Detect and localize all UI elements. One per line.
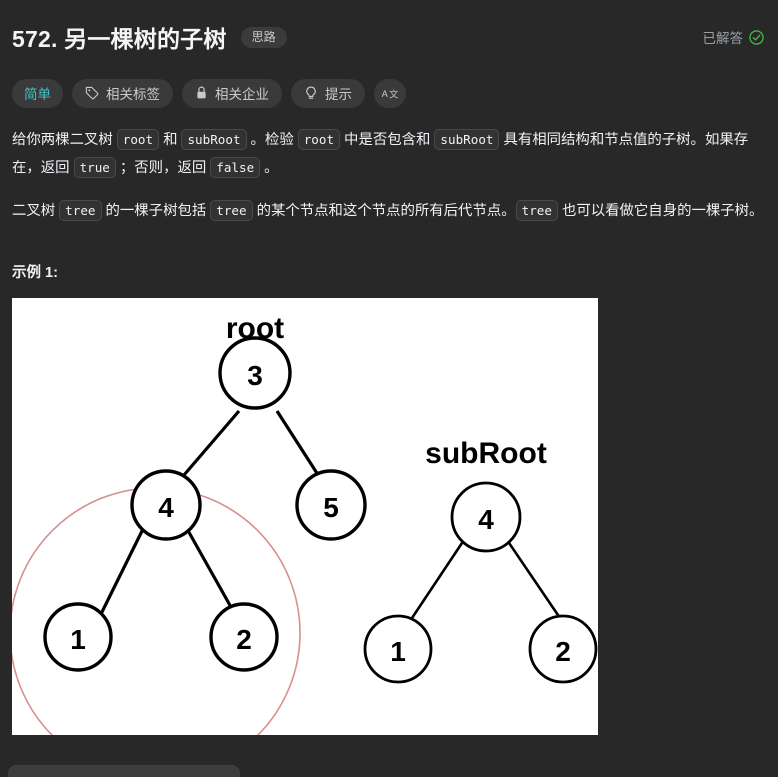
tree-node: 3 [218,336,292,410]
tree-node-value: 2 [236,624,252,655]
svg-text:文: 文 [389,88,399,100]
translate-icon: A 文 [381,86,400,101]
problem-description: 给你两棵二叉树 root 和 subRoot 。检验 root 中是否包含和 s… [12,126,766,225]
inline-code: false [210,157,261,178]
tree-node: 2 [209,602,279,672]
tree-node-value: 3 [247,360,263,391]
inline-code: true [73,157,116,178]
difficulty-chip-easy[interactable]: 简单 [12,78,63,108]
tree-node: 4 [450,481,522,553]
translate-button[interactable]: A 文 [374,78,406,108]
hints-button[interactable]: 提示 [291,78,365,108]
desc-text: ；否则，返回 [115,160,211,176]
desc-text: 的某个节点和这个节点的所有后代节点。 [252,203,516,219]
subroot-tree-nodes: 4 1 2 [363,481,598,684]
example-1-figure: root 3 4 5 1 2 subRoot 4 1 2 [12,298,598,735]
tree-node-value: 4 [158,492,174,523]
problem-meta-chips: 简单 相关标签 相关企业 提示 A 文 [12,78,766,108]
inline-code: tree [210,200,253,221]
inline-code: subRoot [434,129,500,150]
example-1-heading: 示例 1: [12,265,58,281]
tree-node: 4 [130,469,202,541]
solved-label: 已解答 [702,31,744,46]
difficulty-label: 简单 [24,87,51,102]
desc-text: 二叉树 [12,203,60,219]
check-circle-icon [749,29,764,45]
lock-icon [195,86,208,100]
related-topics-label: 相关标签 [106,87,160,102]
binary-tree-diagram: root 3 4 5 1 2 subRoot 4 1 2 [12,312,598,735]
tree-node-value: 5 [323,492,339,523]
lightbulb-icon [304,86,318,101]
desc-text: 。 [260,160,279,176]
desc-text: 。检验 [246,132,298,148]
tree-node-value: 2 [555,636,571,667]
root-tree-nodes: 3 4 5 1 2 [43,336,367,672]
inline-code: root [116,129,160,150]
tree-node-value: 1 [70,624,86,655]
tree-node: 1 [363,614,433,684]
desc-text: 给你两棵二叉树 [12,132,117,148]
inline-code: tree [59,200,102,221]
related-companies-button[interactable]: 相关企业 [182,78,282,108]
inline-code: tree [515,200,558,221]
description-paragraph-1: 给你两棵二叉树 root 和 subRoot 。检验 root 中是否包含和 s… [12,126,766,182]
bottom-panel-tab[interactable] [8,765,240,777]
inline-code: root [297,129,341,150]
tree-node-value: 4 [478,504,494,535]
svg-text:A: A [381,88,388,98]
desc-text: 也可以看做它自身的一棵子树。 [557,203,764,219]
solved-status: 已解答 [703,27,767,47]
problem-page: 572. 另一棵树的子树 思路 已解答 简单 相关标签 相关企业 提示 A 文 … [0,0,778,777]
desc-text: 的一棵子树包括 [101,203,211,219]
related-topics-button[interactable]: 相关标签 [72,78,173,108]
tree-node: 2 [528,614,598,684]
inline-code: subRoot [181,129,247,150]
page-title: 572. 另一棵树的子树 [12,26,227,52]
tree-node: 5 [295,469,367,541]
desc-text: 中是否包含和 [340,132,435,148]
hints-label: 提示 [325,87,352,102]
tree-node-value: 1 [390,636,406,667]
subroot-tree-label: subRoot [425,437,547,470]
idea-badge[interactable]: 思路 [240,26,287,48]
tree-node: 1 [43,602,113,672]
related-companies-label: 相关企业 [215,87,269,102]
tag-icon [85,86,99,100]
desc-text: 和 [159,132,182,148]
description-paragraph-2: 二叉树 tree 的一棵子树包括 tree 的某个节点和这个节点的所有后代节点。… [12,197,766,225]
title-row: 572. 另一棵树的子树 思路 已解答 [12,0,766,56]
